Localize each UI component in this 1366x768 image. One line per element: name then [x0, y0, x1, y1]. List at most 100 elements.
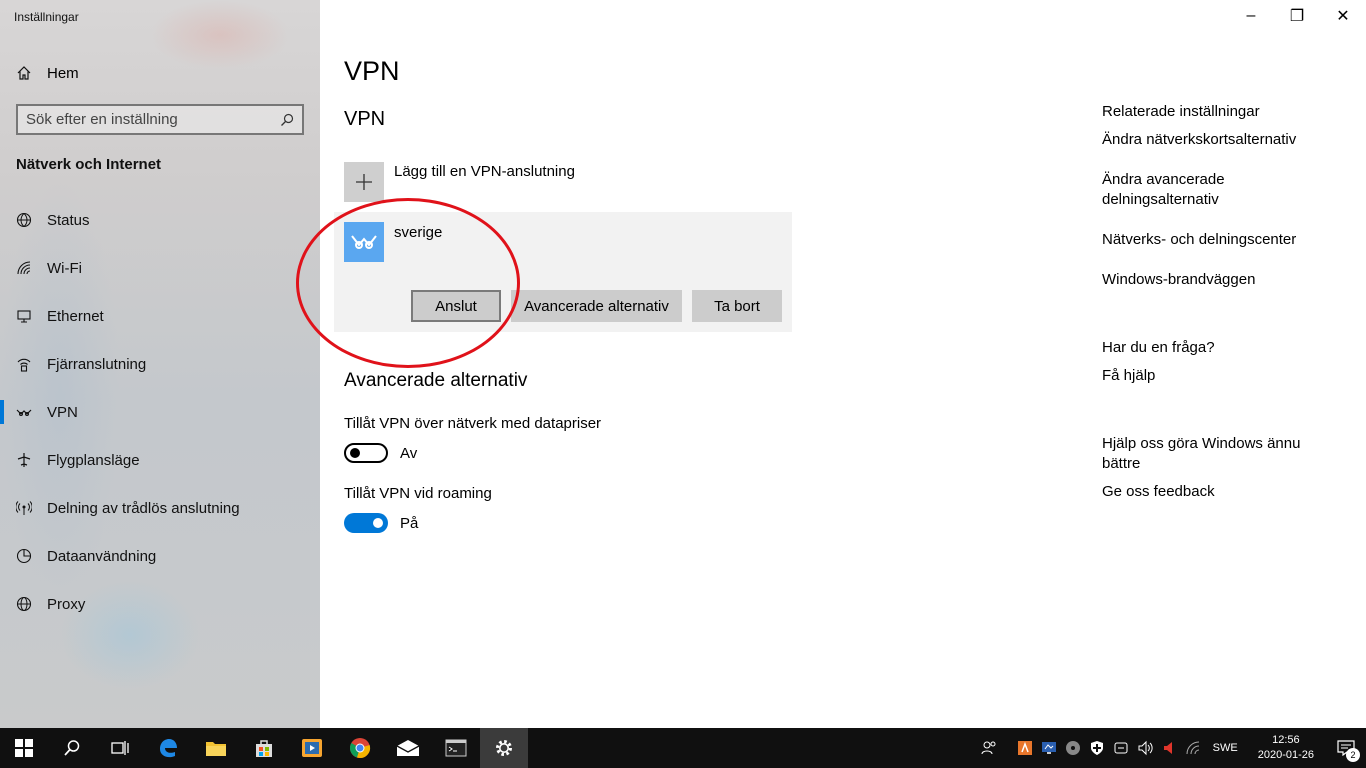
- background-blur: [150, 0, 290, 70]
- roaming-toggle-row: På: [344, 513, 418, 533]
- metered-state: Av: [400, 444, 418, 462]
- shield-icon: [1090, 741, 1103, 755]
- tray-app-disc[interactable]: [1061, 728, 1085, 768]
- sidebar-item-status[interactable]: Status: [0, 196, 320, 244]
- close-button[interactable]: ✕: [1320, 0, 1366, 32]
- hotspot-icon: [16, 501, 32, 515]
- sidebar-nav: Status Wi-Fi Ethernet Fjärranslutning VP…: [0, 196, 320, 628]
- edge-button[interactable]: [144, 728, 192, 768]
- link-network-center[interactable]: Nätverks- och delningscenter: [1102, 230, 1332, 250]
- sidebar-item-vpn[interactable]: VPN: [0, 388, 320, 436]
- status-icon: [16, 212, 32, 228]
- java-icon: [1017, 741, 1032, 755]
- store-button[interactable]: [240, 728, 288, 768]
- link-firewall[interactable]: Windows-brandväggen: [1102, 270, 1332, 290]
- remove-button[interactable]: Ta bort: [692, 290, 782, 322]
- phone-link-icon: [1114, 742, 1128, 754]
- advanced-options-button[interactable]: Avancerade alternativ: [511, 290, 682, 322]
- clock[interactable]: 12:56 2020-01-26: [1246, 733, 1326, 763]
- sidebar-item-proxy[interactable]: Proxy: [0, 580, 320, 628]
- app-title: Inställningar: [14, 10, 79, 24]
- disc-icon: [1065, 741, 1080, 755]
- sidebar-item-label: VPN: [47, 403, 78, 421]
- search-icon: [64, 740, 80, 756]
- media-player-button[interactable]: [288, 728, 336, 768]
- sidebar: Inställningar Hem Nätverk och Internet S…: [0, 0, 320, 728]
- metered-toggle[interactable]: [344, 443, 388, 463]
- terminal-button[interactable]: [432, 728, 480, 768]
- metered-toggle-row: Av: [344, 443, 417, 463]
- home-icon: [17, 66, 31, 80]
- globe-icon: [16, 596, 32, 612]
- sidebar-item-airplane[interactable]: Flygplansläge: [0, 436, 320, 484]
- toggle-knob: [350, 448, 360, 458]
- start-button[interactable]: [0, 728, 48, 768]
- language-indicator[interactable]: SWE: [1205, 742, 1246, 754]
- clock-date: 2020-01-26: [1257, 749, 1314, 761]
- mail-icon: [396, 740, 420, 756]
- settings-taskbar-button[interactable]: [480, 728, 528, 768]
- restore-button[interactable]: ❐: [1274, 0, 1320, 32]
- link-adapter-options[interactable]: Ändra nätverkskortsalternativ: [1102, 130, 1332, 150]
- related-heading: Relaterade inställningar: [1102, 103, 1260, 120]
- gear-icon: [496, 740, 512, 756]
- search-icon[interactable]: [280, 113, 294, 127]
- home-link[interactable]: Hem: [16, 62, 79, 84]
- sidebar-item-label: Fjärranslutning: [47, 355, 147, 373]
- tray-spacer: [1001, 728, 1013, 768]
- help-link[interactable]: Få hjälp: [1102, 366, 1332, 386]
- monitor-icon: [1041, 742, 1056, 754]
- folder-icon: [206, 742, 226, 756]
- add-vpn-label: Lägg till en VPN-anslutning: [394, 163, 575, 180]
- network-button[interactable]: [1181, 728, 1205, 768]
- airplane-icon: [17, 453, 31, 467]
- sidebar-item-wifi[interactable]: Wi-Fi: [0, 244, 320, 292]
- tray-app-alert[interactable]: [1157, 728, 1181, 768]
- windows-icon: [15, 739, 33, 757]
- terminal-icon: [445, 739, 467, 757]
- minimize-button[interactable]: –: [1228, 0, 1274, 32]
- store-icon: [256, 740, 272, 757]
- tray-app-monitor[interactable]: [1037, 728, 1061, 768]
- plus-icon: [344, 162, 384, 202]
- roaming-label: Tillåt VPN vid roaming: [344, 485, 492, 502]
- search-taskbar-button[interactable]: [48, 728, 96, 768]
- tray-app-shield[interactable]: [1085, 728, 1109, 768]
- sidebar-item-dialup[interactable]: Fjärranslutning: [0, 340, 320, 388]
- chrome-button[interactable]: [336, 728, 384, 768]
- vpn-icon: [16, 409, 32, 416]
- sidebar-item-ethernet[interactable]: Ethernet: [0, 292, 320, 340]
- clock-time: 12:56: [1272, 734, 1300, 746]
- wifi-icon: [17, 261, 31, 275]
- mail-button[interactable]: [384, 728, 432, 768]
- volume-button[interactable]: [1133, 728, 1157, 768]
- chrome-icon: [349, 738, 371, 758]
- roaming-toggle[interactable]: [344, 513, 388, 533]
- page-title: VPN: [344, 56, 400, 86]
- system-tray: SWE 12:56 2020-01-26 2: [977, 728, 1366, 768]
- home-label: Hem: [47, 64, 79, 82]
- people-button[interactable]: [977, 728, 1001, 768]
- feedback-link[interactable]: Ge oss feedback: [1102, 482, 1332, 502]
- action-center-button[interactable]: 2: [1326, 728, 1366, 768]
- add-vpn-button[interactable]: Lägg till en VPN-anslutning: [344, 162, 575, 202]
- people-icon: [981, 741, 996, 755]
- taskbar: SWE 12:56 2020-01-26 2: [0, 728, 1366, 768]
- tray-app-java[interactable]: [1013, 728, 1037, 768]
- sidebar-item-label: Flygplansläge: [47, 451, 140, 469]
- search-input[interactable]: [26, 111, 280, 128]
- sidebar-item-label: Delning av trådlös anslutning: [47, 499, 240, 517]
- window-controls: – ❐ ✕: [1228, 0, 1366, 32]
- file-explorer-button[interactable]: [192, 728, 240, 768]
- alert-speaker-icon: [1163, 742, 1172, 754]
- task-view-button[interactable]: [96, 728, 144, 768]
- sidebar-item-label: Ethernet: [47, 307, 104, 325]
- sidebar-item-data-usage[interactable]: Dataanvändning: [0, 532, 320, 580]
- search-box[interactable]: [16, 104, 304, 135]
- network-icon: [1186, 741, 1199, 755]
- link-advanced-sharing[interactable]: Ändra avancerade delningsalternativ: [1102, 170, 1332, 210]
- tray-app-phone[interactable]: [1109, 728, 1133, 768]
- notification-count: 2: [1346, 748, 1360, 762]
- sidebar-item-hotspot[interactable]: Delning av trådlös anslutning: [0, 484, 320, 532]
- speaker-icon: [1138, 740, 1153, 756]
